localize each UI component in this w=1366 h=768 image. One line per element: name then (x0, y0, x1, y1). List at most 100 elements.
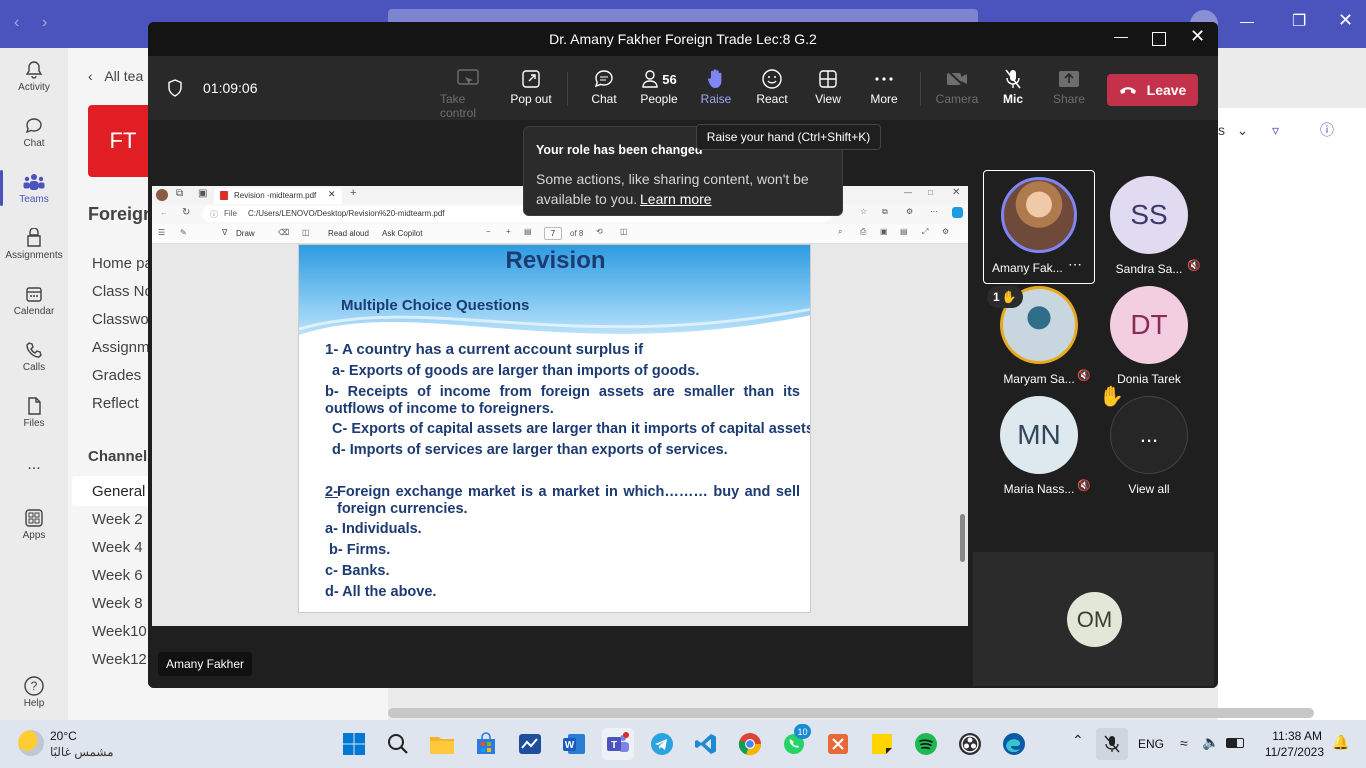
print-icon[interactable]: ⎙ (860, 227, 866, 237)
two-page-icon[interactable]: ◫ (620, 227, 628, 236)
participant-tile[interactable]: 1 ✋ Maryam Sa... 🔇 (983, 280, 1095, 394)
wifi-icon[interactable]: ≈ (1180, 735, 1188, 751)
clock-time[interactable]: 11:38 AM (1266, 729, 1322, 743)
teams-taskbar-icon[interactable]: T (602, 728, 634, 760)
word-icon[interactable]: W (558, 728, 590, 760)
meeting-maximize-icon[interactable] (1152, 32, 1166, 46)
refresh-icon[interactable]: ↻ (182, 207, 190, 218)
fit-page-icon[interactable]: ▤ (524, 227, 532, 236)
tab-close-icon[interactable]: ✕ (328, 189, 336, 200)
participant-tile[interactable]: DT Donia Tarek (1093, 280, 1205, 394)
chevron-up-icon[interactable]: ⌃ (1072, 732, 1084, 749)
clock-date[interactable]: 11/27/2023 (1258, 745, 1324, 759)
nav-back-icon[interactable]: ← (160, 208, 168, 217)
weather-temp[interactable]: 20°C (50, 729, 77, 743)
learn-more-link[interactable]: Learn more (640, 189, 712, 209)
camera-button[interactable]: Camera (929, 66, 985, 106)
people-button[interactable]: 56 People (631, 66, 687, 106)
share-button[interactable]: Share (1041, 66, 1097, 106)
battery-icon[interactable] (1226, 738, 1244, 748)
rail-more[interactable]: ... (0, 456, 68, 474)
speaker-icon[interactable]: 🔈 (1202, 734, 1219, 751)
settings-icon[interactable]: ⚙ (942, 227, 949, 236)
forward-arrow-icon[interactable]: › (42, 14, 47, 32)
save-icon[interactable]: ▣ (880, 227, 888, 236)
telegram-icon[interactable] (646, 728, 678, 760)
participant-tile[interactable]: SS Sandra Sa... 🔇 (1093, 170, 1205, 284)
rail-files[interactable]: Files (0, 394, 68, 429)
back-arrow-icon[interactable]: ‹ (14, 14, 19, 32)
store-icon[interactable] (470, 728, 502, 760)
search-icon[interactable] (382, 728, 414, 760)
save-as-icon[interactable]: ▤ (900, 227, 908, 236)
filter-icon[interactable]: ▿ (1272, 122, 1279, 139)
mic-muted-tray[interactable] (1096, 728, 1128, 760)
draw-icon[interactable]: ∇ (222, 228, 227, 237)
sort-dropdown[interactable]: s ⌄ (1218, 122, 1248, 139)
file-explorer-icon[interactable] (426, 728, 458, 760)
eraser-icon[interactable]: ⌫ (278, 228, 289, 237)
edge-icon[interactable] (998, 728, 1030, 760)
pop-out-button[interactable]: Pop out (503, 66, 559, 106)
nav-item[interactable]: Classwor (92, 311, 154, 328)
weather-icon[interactable] (18, 730, 44, 756)
channel-item[interactable]: Week 6 (92, 567, 143, 584)
contents-icon[interactable]: ☰ (158, 228, 165, 237)
vscode-icon[interactable] (690, 728, 722, 760)
spotify-icon[interactable] (910, 728, 942, 760)
tab-actions-icon[interactable]: ▣ (198, 188, 207, 199)
pdf-tab[interactable]: Revision -midtearm.pdf ✕ (214, 188, 342, 204)
fullscreen-icon[interactable]: ⤢ (922, 227, 928, 237)
sticky-notes-icon[interactable] (866, 728, 898, 760)
obs-icon[interactable] (954, 728, 986, 760)
back-link[interactable]: ‹ All tea (88, 68, 143, 84)
channel-item[interactable]: Week 4 (92, 539, 143, 556)
language-indicator[interactable]: ENG (1138, 737, 1164, 751)
window-minimize-icon[interactable]: — (1240, 13, 1254, 29)
rail-assignments[interactable]: Assignments (0, 226, 68, 261)
rail-chat[interactable]: Chat (0, 114, 68, 149)
meeting-close-icon[interactable]: ✕ (1190, 26, 1205, 47)
channel-item[interactable]: General (92, 483, 145, 500)
rail-help[interactable]: ? Help (0, 674, 68, 709)
participant-tile[interactable]: Amany Fak... ⋯ (983, 170, 1095, 284)
zoom-in-icon[interactable]: + (506, 227, 511, 236)
view-button[interactable]: View (800, 66, 856, 106)
browser-menu-icon[interactable]: ⋯ (930, 207, 938, 216)
browser-minimize-icon[interactable]: — (904, 188, 912, 197)
more-button[interactable]: More (856, 66, 912, 106)
channel-item[interactable]: Week 2 (92, 511, 143, 528)
highlight-icon[interactable]: ✎ (180, 228, 187, 237)
mic-button[interactable]: Mic (985, 66, 1041, 106)
take-control-button[interactable]: Take control (440, 66, 496, 120)
channel-item[interactable]: Week10 (92, 623, 147, 640)
browser-close-icon[interactable]: ✕ (952, 187, 960, 198)
view-all-button[interactable]: ✋ ... View all (1093, 386, 1205, 504)
page-number-input[interactable]: 7 (544, 227, 562, 240)
new-tab-icon[interactable]: + (350, 187, 356, 199)
chat-button[interactable]: Chat (576, 66, 632, 106)
react-button[interactable]: React (744, 66, 800, 106)
copilot-icon[interactable] (952, 207, 963, 218)
workspaces-icon[interactable]: ⧉ (176, 188, 183, 199)
extensions-icon[interactable]: ⚙ (906, 207, 913, 216)
rail-apps[interactable]: Apps (0, 506, 68, 541)
meeting-minimize-icon[interactable]: — (1114, 28, 1128, 44)
start-icon[interactable] (338, 728, 370, 760)
pdf-scrollbar[interactable] (960, 514, 965, 562)
participant-tile[interactable]: MN Maria Nass... 🔇 (983, 390, 1095, 504)
stocks-icon[interactable] (514, 728, 546, 760)
nav-item[interactable]: Reflect (92, 395, 139, 412)
rail-calendar[interactable]: Calendar (0, 282, 68, 317)
rail-teams[interactable]: Teams (0, 170, 68, 206)
profile-avatar[interactable] (156, 189, 168, 201)
nav-item[interactable]: Grades (92, 367, 141, 384)
browser-restore-icon[interactable]: □ (928, 188, 933, 197)
collections-icon[interactable]: ⧉ (882, 207, 888, 217)
rotate-icon[interactable]: ⟲ (596, 227, 603, 236)
read-aloud-button[interactable]: Read aloud (328, 229, 369, 238)
channel-item[interactable]: Week 8 (92, 595, 143, 612)
nav-item[interactable]: Home pa (92, 255, 153, 272)
raise-hand-button[interactable]: Raise (688, 66, 744, 106)
zoom-out-icon[interactable]: − (486, 227, 491, 236)
